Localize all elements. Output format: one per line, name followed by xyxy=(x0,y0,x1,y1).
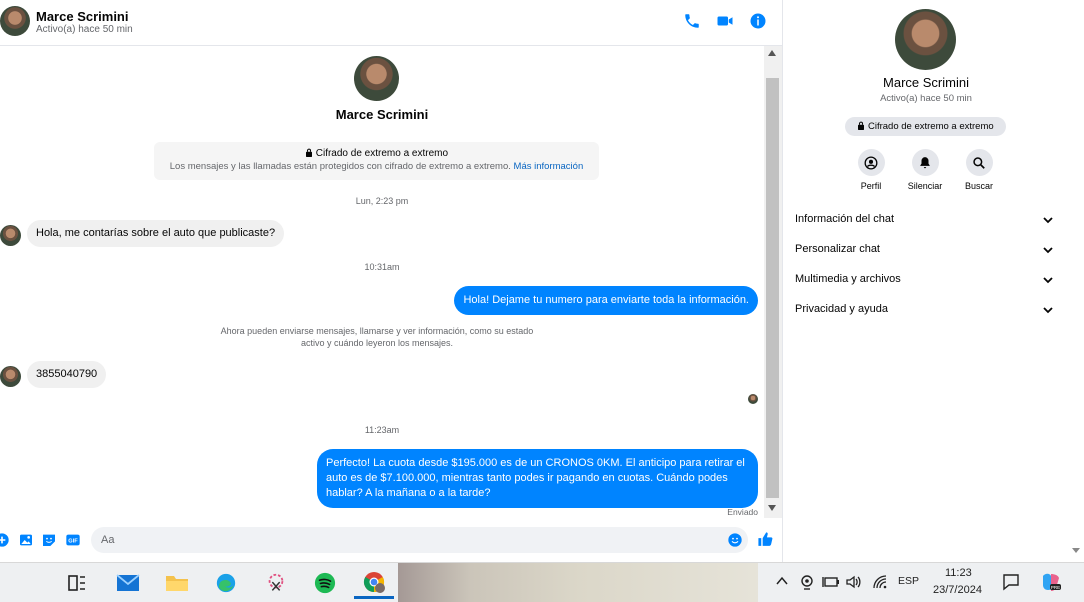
avatar[interactable] xyxy=(354,56,399,101)
chevron-down-icon xyxy=(1043,307,1053,314)
avatar[interactable] xyxy=(0,225,21,246)
conversation-title: Marce Scrimini xyxy=(335,107,429,122)
contact-status: Activo(a) hace 50 min xyxy=(36,24,133,35)
chat-header: Marce Scrimini Activo(a) hace 50 min xyxy=(0,0,782,46)
details-contact-status: Activo(a) hace 50 min xyxy=(880,93,972,104)
input-language[interactable]: ESP xyxy=(898,575,919,587)
mute-label: Silenciar xyxy=(907,181,943,191)
section-label: Privacidad y ayuda xyxy=(795,303,888,315)
section-chat-info[interactable]: Información del chat xyxy=(795,209,1057,231)
mail-button[interactable] xyxy=(108,567,148,599)
encryption-notice: Cifrado de extremo a extremo Los mensaje… xyxy=(154,142,599,180)
copilot-icon[interactable]: PRE xyxy=(1040,572,1062,592)
edge-icon xyxy=(216,573,236,593)
section-customize-chat[interactable]: Personalizar chat xyxy=(795,239,1057,261)
notifications-icon[interactable] xyxy=(1002,573,1020,591)
avatar[interactable] xyxy=(0,6,30,36)
svg-text:PRE: PRE xyxy=(1051,585,1060,590)
section-media-files[interactable]: Multimedia y archivos xyxy=(795,269,1057,291)
task-view-icon xyxy=(68,575,85,591)
page-scrollbar[interactable] xyxy=(1068,0,1084,562)
taskbar: ESP 11:23 23/7/2024 PRE xyxy=(0,562,1084,602)
details-contact-name: Marce Scrimini xyxy=(883,75,969,90)
snipping-tool-icon xyxy=(268,573,284,591)
clock-time[interactable]: 11:23 xyxy=(945,567,972,579)
section-label: Personalizar chat xyxy=(795,243,880,255)
taskbar-background-image xyxy=(398,563,758,602)
add-icon[interactable] xyxy=(0,532,10,548)
composer: GIF xyxy=(0,518,782,562)
chevron-down-icon xyxy=(1043,247,1053,254)
like-icon[interactable] xyxy=(757,531,774,548)
outgoing-message[interactable]: Perfecto! La cuota desde $195.000 es de … xyxy=(317,449,758,508)
lock-icon xyxy=(305,148,312,157)
chat-details-panel: Marce Scrimini Activo(a) hace 50 min Cif… xyxy=(782,0,1068,562)
file-explorer-icon xyxy=(166,576,188,591)
outgoing-message[interactable]: Hola! Dejame tu numero para enviarte tod… xyxy=(454,286,758,315)
chrome-icon xyxy=(363,571,385,593)
volume-icon[interactable] xyxy=(846,575,862,589)
svg-text:GIF: GIF xyxy=(68,539,78,545)
scroll-up-icon[interactable] xyxy=(768,50,776,56)
encryption-title: Cifrado de extremo a extremo xyxy=(315,148,449,159)
mail-icon xyxy=(116,574,140,591)
task-view-button[interactable] xyxy=(57,567,97,599)
wifi-icon[interactable] xyxy=(872,575,888,589)
scroll-thumb[interactable] xyxy=(766,78,779,498)
contact-name[interactable]: Marce Scrimini xyxy=(36,9,129,24)
incoming-message[interactable]: 3855040790 xyxy=(27,361,107,388)
section-label: Multimedia y archivos xyxy=(795,273,901,285)
scroll-down-icon[interactable] xyxy=(1072,548,1080,553)
webcam-icon[interactable] xyxy=(800,574,814,590)
message-scrollbar[interactable] xyxy=(764,46,782,518)
profile-icon xyxy=(864,156,878,169)
search-button[interactable]: Buscar xyxy=(951,149,1007,191)
video-call-icon[interactable] xyxy=(716,12,734,30)
seen-indicator-avatar xyxy=(748,394,758,404)
lock-icon xyxy=(858,121,865,130)
chevron-down-icon xyxy=(1043,217,1053,224)
bell-icon xyxy=(920,156,930,168)
photo-icon[interactable] xyxy=(18,532,34,548)
message-timestamp: 10:31am xyxy=(364,262,400,272)
section-label: Información del chat xyxy=(795,213,895,225)
message-input[interactable] xyxy=(91,527,748,553)
battery-icon[interactable] xyxy=(822,575,840,589)
file-explorer-button[interactable] xyxy=(157,567,197,599)
encryption-badge[interactable]: Cifrado de extremo a extremo xyxy=(845,117,1006,136)
encryption-description: Los mensajes y las llamadas están proteg… xyxy=(169,161,511,172)
profile-label: Perfil xyxy=(860,181,882,191)
chrome-button[interactable] xyxy=(354,567,394,599)
avatar[interactable] xyxy=(0,366,21,387)
incoming-message[interactable]: Hola, me contarías sobre el auto que pub… xyxy=(27,220,285,247)
encryption-badge-label: Cifrado de extremo a extremo xyxy=(867,121,994,132)
more-info-link[interactable]: Más información xyxy=(514,161,584,172)
mute-button[interactable]: Silenciar xyxy=(897,149,953,191)
clock-date[interactable]: 23/7/2024 xyxy=(933,584,982,596)
spotify-icon xyxy=(314,572,336,594)
profile-button[interactable]: Perfil xyxy=(843,149,899,191)
edge-button[interactable] xyxy=(206,567,246,599)
message-list[interactable]: Marce Scrimini Cifrado de extremo a extr… xyxy=(0,46,764,518)
avatar[interactable] xyxy=(895,9,956,70)
section-privacy-help[interactable]: Privacidad y ayuda xyxy=(795,299,1057,321)
sticker-icon[interactable] xyxy=(41,532,57,548)
scroll-down-icon[interactable] xyxy=(768,505,776,511)
snipping-tool-button[interactable] xyxy=(256,567,296,599)
chevron-up-icon[interactable] xyxy=(776,576,788,586)
privacy-notice: Ahora pueden enviarse mensajes, llamarse… xyxy=(220,326,534,348)
chevron-down-icon xyxy=(1043,277,1053,284)
info-icon[interactable] xyxy=(749,12,767,30)
gif-icon[interactable]: GIF xyxy=(65,532,81,548)
spotify-button[interactable] xyxy=(305,567,345,599)
search-icon xyxy=(973,156,985,169)
message-timestamp: Lun, 2:23 pm xyxy=(355,196,409,206)
search-label: Buscar xyxy=(964,181,993,191)
phone-icon[interactable] xyxy=(683,12,701,30)
message-timestamp: 11:23am xyxy=(364,425,400,435)
emoji-icon[interactable] xyxy=(727,532,743,548)
sent-status: Enviado xyxy=(727,507,758,517)
